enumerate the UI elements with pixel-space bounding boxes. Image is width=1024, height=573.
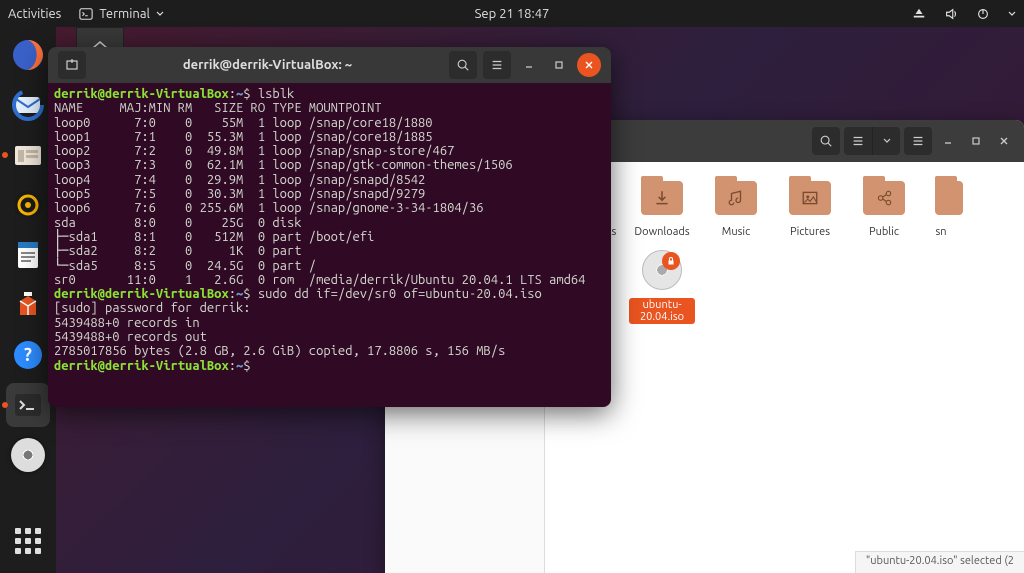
terminal-output[interactable]: derrik@derrik-VirtualBox:~$ lsblk NAME M… xyxy=(48,83,611,377)
terminal-maximize-button[interactable] xyxy=(547,53,571,77)
power-icon[interactable] xyxy=(976,7,990,21)
files-search-button[interactable] xyxy=(812,127,840,155)
files-close-button[interactable] xyxy=(992,129,1016,153)
rhythmbox-icon xyxy=(10,187,46,223)
files-menu-button[interactable] xyxy=(904,127,932,155)
show-applications-button[interactable] xyxy=(6,519,50,563)
chevron-down-icon xyxy=(156,10,164,18)
lock-badge-icon xyxy=(662,252,680,270)
help-icon: ? xyxy=(10,337,46,373)
list-icon xyxy=(851,134,865,148)
dock-thunderbird[interactable] xyxy=(6,83,50,127)
file-item-label: ubuntu-20.04.iso xyxy=(629,298,695,324)
files-icon xyxy=(10,137,46,173)
thunderbird-icon xyxy=(10,87,46,123)
terminal-headerbar: derrik@derrik-VirtualBox: ~ xyxy=(48,47,611,83)
folder-music[interactable]: Music xyxy=(703,174,769,238)
new-tab-icon xyxy=(65,58,79,72)
terminal-icon xyxy=(79,7,93,21)
dock-rhythmbox[interactable] xyxy=(6,183,50,227)
dock-software[interactable] xyxy=(6,283,50,327)
folder-snap[interactable]: sn xyxy=(925,174,957,238)
chevron-down-icon xyxy=(1008,10,1016,18)
terminal-minimize-button[interactable] xyxy=(517,53,541,77)
app-menu-label: Terminal xyxy=(99,7,150,21)
download-icon xyxy=(653,189,671,207)
software-icon xyxy=(10,287,46,323)
dock-files[interactable] xyxy=(6,133,50,177)
files-maximize-button[interactable] xyxy=(964,129,988,153)
files-minimize-button[interactable] xyxy=(936,129,960,153)
search-icon xyxy=(456,58,470,72)
terminal-close-button[interactable] xyxy=(577,53,601,77)
view-options-button[interactable] xyxy=(872,127,900,155)
file-item-label: sn xyxy=(925,226,957,238)
terminal-title: derrik@derrik-VirtualBox: ~ xyxy=(92,58,443,72)
writer-icon xyxy=(10,237,46,273)
hamburger-icon xyxy=(490,58,504,72)
view-list-button[interactable] xyxy=(844,127,872,155)
terminal-window: derrik@derrik-VirtualBox: ~ derrik@derri… xyxy=(48,47,611,407)
svg-text:?: ? xyxy=(24,345,32,365)
files-icon-view[interactable]: Documents Downloads Music Pictures Publi… xyxy=(545,162,1024,573)
app-menu[interactable]: Terminal xyxy=(79,7,164,21)
folder-pictures[interactable]: Pictures xyxy=(777,174,843,238)
terminal-new-tab-button[interactable] xyxy=(58,51,86,79)
dock-terminal[interactable] xyxy=(6,383,50,427)
file-item-label: Pictures xyxy=(777,226,843,238)
terminal-app-icon xyxy=(10,387,46,423)
network-icon[interactable] xyxy=(912,7,926,21)
search-icon xyxy=(819,134,833,148)
file-iso[interactable]: ubuntu-20.04.iso xyxy=(629,246,695,324)
chevron-down-icon xyxy=(883,137,891,145)
share-icon xyxy=(875,189,893,207)
hamburger-icon xyxy=(911,134,925,148)
music-icon xyxy=(727,189,745,207)
volume-icon[interactable] xyxy=(944,7,958,21)
close-icon xyxy=(584,60,594,70)
folder-downloads[interactable]: Downloads xyxy=(629,174,695,238)
clock[interactable]: Sep 21 18:47 xyxy=(475,7,550,21)
disc-icon xyxy=(11,438,45,472)
activities-button[interactable]: Activities xyxy=(8,7,61,21)
terminal-search-button[interactable] xyxy=(449,51,477,79)
file-item-label: Music xyxy=(703,226,769,238)
files-statusbar: "ubuntu-20.04.iso" selected (2 xyxy=(855,551,1024,573)
picture-icon xyxy=(801,189,819,207)
dock-disc[interactable] xyxy=(6,433,50,477)
gnome-topbar: Activities Terminal Sep 21 18:47 xyxy=(0,0,1024,27)
file-item-label: Public xyxy=(851,226,917,238)
firefox-icon xyxy=(10,37,46,73)
dock-writer[interactable] xyxy=(6,233,50,277)
dock-help[interactable]: ? xyxy=(6,333,50,377)
terminal-menu-button[interactable] xyxy=(483,51,511,79)
folder-public[interactable]: Public xyxy=(851,174,917,238)
dock-firefox[interactable] xyxy=(6,33,50,77)
file-item-label: Downloads xyxy=(629,226,695,238)
